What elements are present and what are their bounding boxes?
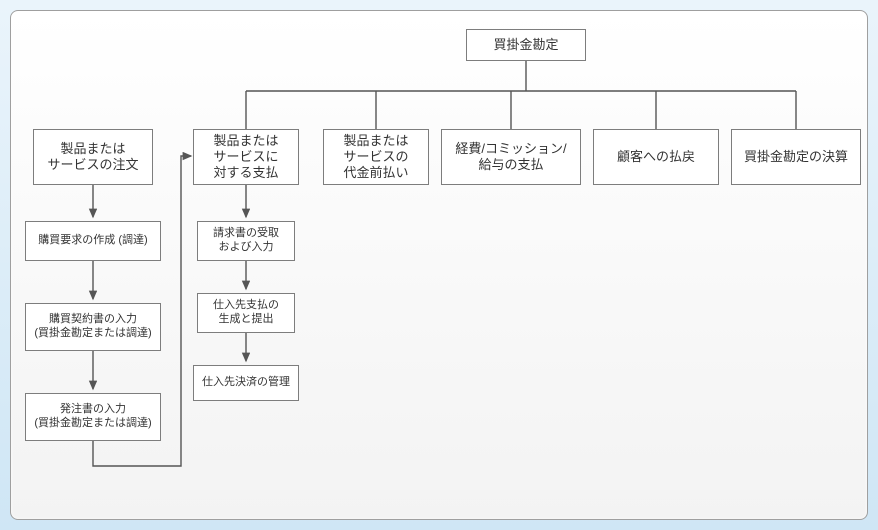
node-sub-manage-settlement: 仕入先決済の管理 xyxy=(193,365,299,401)
node-left-contract: 購買契約書の入力 (買掛金勘定または調達) xyxy=(25,303,161,351)
node-branch-settlement: 買掛金勘定の決算 xyxy=(731,129,861,185)
node-root: 買掛金勘定 xyxy=(466,29,586,61)
node-sub-generate-payment: 仕入先支払の 生成と提出 xyxy=(197,293,295,333)
node-left-po: 発注書の入力 (買掛金勘定または調達) xyxy=(25,393,161,441)
diagram-frame: 買掛金勘定 製品または サービスの注文 購買要求の作成 (調達) 購買契約書の入… xyxy=(0,0,878,530)
node-left-order: 製品または サービスの注文 xyxy=(33,129,153,185)
node-branch-payment-for-goods: 製品または サービスに 対する支払 xyxy=(193,129,299,185)
diagram-panel: 買掛金勘定 製品または サービスの注文 購買要求の作成 (調達) 購買契約書の入… xyxy=(10,10,868,520)
connectors xyxy=(11,11,868,520)
node-branch-refund: 顧客への払戻 xyxy=(593,129,719,185)
node-branch-expenses: 経費/コミッション/ 給与の支払 xyxy=(441,129,581,185)
node-branch-prepayment: 製品または サービスの 代金前払い xyxy=(323,129,429,185)
node-sub-invoice-entry: 請求書の受取 および入力 xyxy=(197,221,295,261)
node-left-purchreq: 購買要求の作成 (調達) xyxy=(25,221,161,261)
